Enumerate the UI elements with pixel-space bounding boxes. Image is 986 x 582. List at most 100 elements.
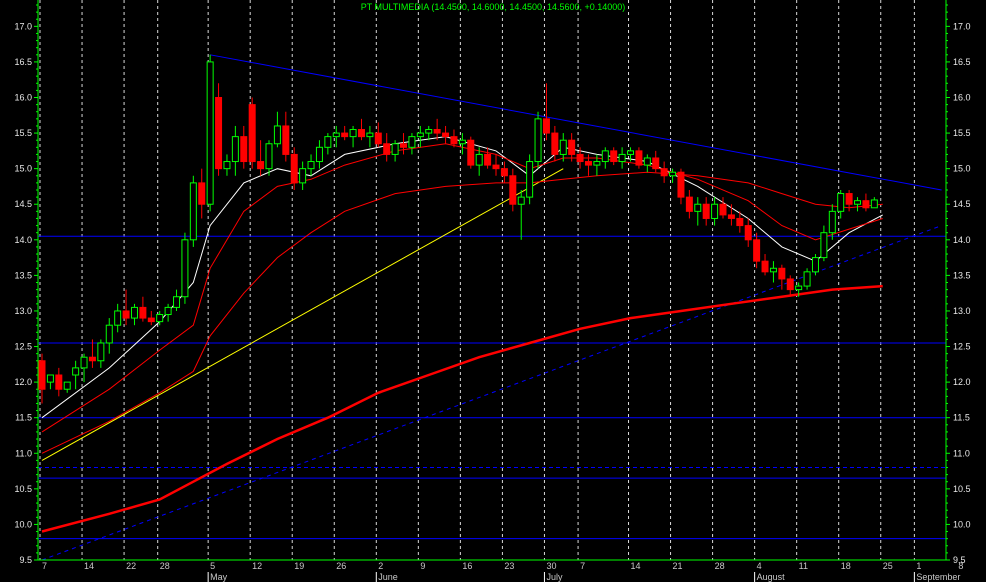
y-tick-label: 15.5: [953, 128, 971, 138]
y-tick-label: 12.5: [953, 342, 971, 352]
y-tick-label: 15.5: [14, 128, 32, 138]
x-tick-label: 25: [883, 561, 893, 571]
candle-body: [374, 132, 382, 145]
candle-body: [811, 257, 819, 273]
candle-body: [652, 157, 660, 170]
candle-body: [391, 143, 399, 155]
candle-body: [761, 260, 769, 273]
x-tick-label: 22: [126, 561, 136, 571]
candle-body: [349, 129, 357, 138]
candle-body: [450, 136, 458, 145]
y-tick-label: 9.5: [19, 555, 32, 565]
candle-body: [282, 125, 290, 155]
x-tick-label: 28: [160, 561, 170, 571]
candle-body: [408, 136, 416, 148]
candle-body: [114, 310, 122, 326]
candle-body: [492, 164, 500, 170]
candle-body: [433, 129, 441, 134]
candle-body: [769, 267, 777, 273]
x-tick-label: 2: [378, 561, 383, 571]
candle-body: [669, 171, 677, 177]
candle-body: [803, 271, 811, 287]
x-tick-label: 7: [580, 561, 585, 571]
x-tick-label: 28: [715, 561, 725, 571]
candle-body: [273, 125, 281, 145]
y-tick-label: 14.0: [14, 235, 32, 245]
candle-body: [257, 161, 265, 170]
y-tick-label: 10.0: [953, 519, 971, 529]
candle-body: [55, 374, 63, 390]
candle-body: [627, 150, 635, 155]
x-month-label: September: [916, 572, 960, 582]
candle-body: [753, 239, 761, 262]
candle-body: [820, 232, 828, 259]
candle-body: [786, 278, 794, 291]
candle-body: [795, 285, 803, 291]
candle-body: [416, 132, 424, 138]
y-tick-label: 10.0: [14, 519, 32, 529]
candle-body: [837, 193, 845, 212]
candle-body: [601, 150, 609, 163]
y-tick-label: 10.5: [14, 484, 32, 494]
candle-body: [458, 139, 466, 145]
chart-background: [0, 0, 986, 582]
candle-body: [484, 153, 492, 166]
candle-body: [500, 168, 508, 177]
candle-body: [215, 97, 223, 170]
y-tick-label: 16.0: [953, 93, 971, 103]
candle-body: [332, 132, 340, 138]
candle-body: [643, 157, 651, 166]
x-tick-label: 26: [336, 561, 346, 571]
candle-body: [46, 374, 54, 383]
y-tick-label: 11.5: [953, 413, 970, 423]
candle-body: [509, 175, 517, 205]
candle-body: [467, 139, 475, 166]
candle-body: [635, 150, 643, 166]
candle-body: [63, 381, 71, 390]
candle-body: [130, 306, 138, 319]
candle-body: [845, 193, 853, 205]
candle-body: [559, 139, 567, 155]
x-tick-label: 18: [841, 561, 851, 571]
candle-body: [517, 196, 525, 205]
candle-body: [240, 136, 248, 163]
x-tick-label: 11: [799, 561, 808, 571]
x-tick-label: 9: [420, 561, 425, 571]
x-tick-label: 30: [546, 561, 556, 571]
x-tick-label: 4: [757, 561, 762, 571]
candle-body: [139, 306, 147, 319]
candle-body: [870, 199, 878, 209]
x-tick-label: 14: [631, 561, 641, 571]
candle-body: [711, 203, 719, 219]
y-tick-label: 15.0: [953, 164, 971, 174]
candle-body: [727, 214, 735, 219]
candle-body: [357, 129, 365, 138]
candle-body: [38, 360, 46, 390]
candle-body: [828, 210, 836, 234]
x-tick-label: 12: [252, 561, 262, 571]
candle-body: [156, 314, 164, 323]
candle-body: [299, 168, 307, 184]
x-tick-label: 21: [673, 561, 683, 571]
candle-body: [383, 143, 391, 155]
candle-body: [105, 324, 113, 344]
x-tick-label: 14: [84, 561, 94, 571]
candle-body: [231, 136, 239, 163]
candle-body: [660, 168, 668, 177]
y-tick-label: 13.5: [14, 270, 32, 280]
candle-body: [744, 225, 752, 241]
candle-body: [122, 310, 130, 319]
candle-body: [72, 367, 80, 376]
candle-body: [248, 104, 256, 163]
candle-body: [400, 143, 408, 148]
candle-body: [736, 217, 744, 227]
y-tick-label: 11.0: [15, 448, 32, 458]
y-tick-label: 14.5: [14, 199, 32, 209]
candle-body: [702, 203, 710, 219]
candle-body: [778, 267, 786, 280]
candle-body: [198, 182, 206, 205]
candle-body: [694, 203, 702, 212]
y-tick-label: 14.5: [953, 199, 971, 209]
candle-body: [862, 200, 870, 209]
candle-body: [88, 356, 96, 362]
